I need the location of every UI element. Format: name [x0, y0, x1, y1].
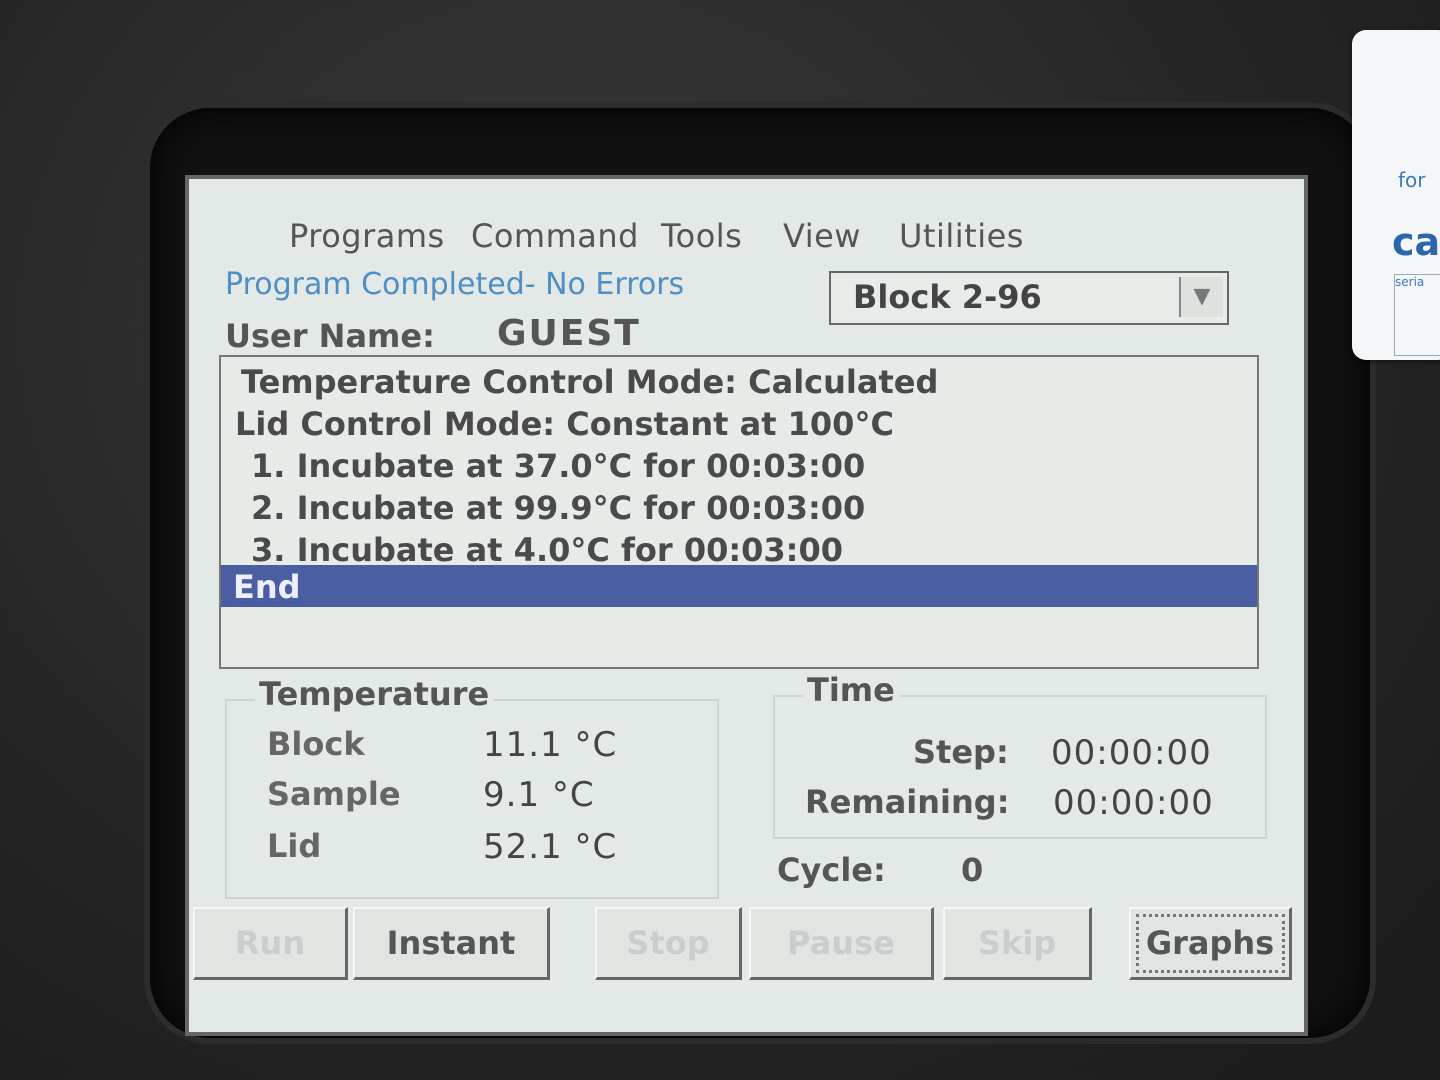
menu-bar: Programs Command Tools View Utilities [189, 209, 1304, 255]
run-button[interactable]: Run [193, 907, 348, 980]
step-time-label: Step: [913, 733, 1009, 771]
instant-button[interactable]: Instant [353, 907, 550, 980]
end-label: End [233, 568, 301, 606]
stop-button[interactable]: Stop [595, 907, 742, 980]
lid-temp-value: 52.1 °C [483, 827, 618, 867]
program-list[interactable]: Temperature Control Mode: Calculated Lid… [219, 355, 1259, 669]
menu-tools[interactable]: Tools [661, 217, 742, 255]
cycle-label: Cycle: [777, 851, 886, 889]
lid-temp-label: Lid [267, 827, 322, 865]
graphs-button[interactable]: Graphs [1129, 907, 1292, 980]
user-name-value: GUEST [497, 313, 641, 354]
menu-command[interactable]: Command [471, 217, 639, 255]
block-select[interactable]: Block 2-96 ▼ [829, 271, 1229, 325]
dropdown-arrow-icon[interactable]: ▼ [1179, 277, 1223, 317]
list-item-selected[interactable]: End [221, 565, 1257, 607]
time-title: Time [803, 671, 899, 709]
time-group: Time Step: 00:00:00 Remaining: 00:00:00 [773, 671, 1267, 839]
sticker-text-3: seria [1394, 274, 1440, 356]
block-temp-value: 11.1 °C [483, 725, 618, 765]
sample-temp-value: 9.1 °C [483, 775, 595, 815]
sample-temp-label: Sample [267, 775, 401, 813]
remaining-time-label: Remaining: [805, 783, 1010, 821]
list-item[interactable]: 3. Incubate at 4.0°C for 00:03:00 [251, 531, 843, 569]
sticker-text-2: ca [1392, 220, 1440, 264]
user-name-label: User Name: [225, 317, 435, 355]
remaining-time-value: 00:00:00 [1053, 783, 1214, 823]
pause-button[interactable]: Pause [749, 907, 934, 980]
list-item[interactable]: Temperature Control Mode: Calculated [241, 363, 938, 401]
block-temp-label: Block [267, 725, 365, 763]
lcd-screen: Programs Command Tools View Utilities Pr… [185, 175, 1308, 1036]
block-select-value: Block 2-96 [853, 278, 1042, 316]
menu-view[interactable]: View [783, 217, 861, 255]
temperature-title: Temperature [255, 675, 494, 713]
menu-utilities[interactable]: Utilities [899, 217, 1024, 255]
temperature-group: Temperature Block 11.1 °C Sample 9.1 °C … [225, 675, 719, 899]
list-item[interactable]: Lid Control Mode: Constant at 100°C [235, 405, 894, 443]
list-item[interactable]: 2. Incubate at 99.9°C for 00:03:00 [251, 489, 865, 527]
status-message: Program Completed- No Errors [225, 267, 685, 302]
step-time-value: 00:00:00 [1051, 733, 1212, 773]
sticker-text-1: for [1398, 168, 1426, 192]
skip-button[interactable]: Skip [943, 907, 1092, 980]
cycle-value: 0 [961, 851, 984, 889]
list-item[interactable]: 1. Incubate at 37.0°C for 00:03:00 [251, 447, 865, 485]
menu-programs[interactable]: Programs [289, 217, 445, 255]
calibration-sticker: for ca seria w [1352, 30, 1440, 360]
